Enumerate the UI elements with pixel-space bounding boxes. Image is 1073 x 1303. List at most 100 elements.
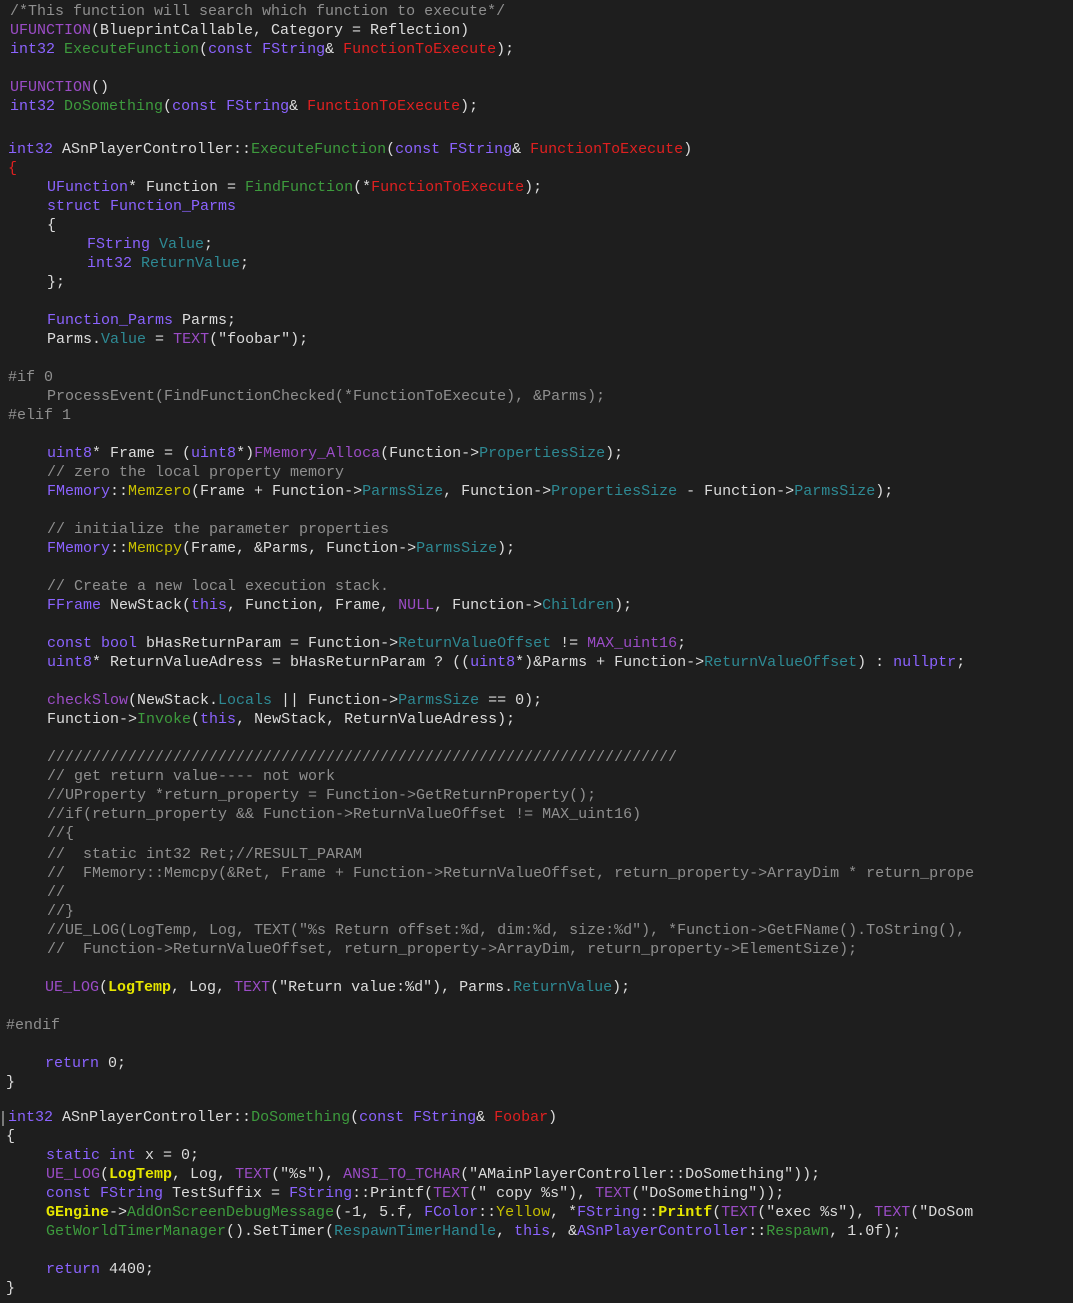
code-line[interactable]: Function->Invoke(this, NewStack, ReturnV…: [47, 710, 515, 729]
code-line[interactable]: int32 ASnPlayerController::ExecuteFuncti…: [8, 140, 692, 159]
code-line[interactable]: // get return value---- not work: [47, 767, 335, 786]
code-token-default: , 1.0f);: [829, 1223, 902, 1240]
code-token-function-name: FindFunction: [245, 179, 354, 196]
code-token-default: , Function->: [443, 483, 552, 500]
code-token-function-name: ExecuteFunction: [251, 141, 387, 158]
code-token-default: ;: [204, 236, 214, 253]
code-line[interactable]: ProcessEvent(FindFunctionChecked(*Functi…: [47, 387, 605, 406]
code-token-default: (BlueprintCallable, Category = Reflectio…: [91, 22, 470, 39]
code-token-default: ;: [677, 635, 687, 652]
code-token-bold-yellow: Printf: [658, 1204, 713, 1221]
code-line[interactable]: static int x = 0;: [46, 1146, 199, 1165]
code-token-function-name: Respawn: [766, 1223, 830, 1240]
code-line[interactable]: {: [6, 1127, 15, 1146]
code-line[interactable]: //UE_LOG(LogTemp, Log, TEXT("%s Return o…: [47, 921, 965, 940]
code-token-keyword: int32: [10, 98, 65, 115]
code-token-comment: //UE_LOG(LogTemp, Log, TEXT("%s Return o…: [47, 922, 966, 939]
code-line[interactable]: const FString TestSuffix = FString::Prin…: [46, 1184, 784, 1203]
code-line[interactable]: //{: [47, 824, 74, 843]
code-line[interactable]: #endif: [6, 1016, 60, 1035]
code-token-macro: checkSlow: [47, 692, 129, 709]
code-line[interactable]: uint8* Frame = (uint8*)FMemory_Alloca(Fu…: [47, 444, 623, 463]
code-token-default: ): [548, 1109, 558, 1126]
code-token-default: (: [163, 98, 173, 115]
code-line[interactable]: int32 ReturnValue;: [87, 254, 249, 273]
code-line[interactable]: GetWorldTimerManager().SetTimer(RespawnT…: [46, 1222, 901, 1241]
code-editor[interactable]: /*This function will search which functi…: [0, 0, 1073, 1303]
code-token-comment: //: [47, 884, 66, 901]
code-line[interactable]: // Function->ReturnValueOffset, return_p…: [47, 940, 857, 959]
code-line[interactable]: checkSlow(NewStack.Locals || Function->P…: [47, 691, 542, 710]
code-line[interactable]: }: [6, 1279, 15, 1298]
code-line[interactable]: /*This function will search which functi…: [10, 2, 505, 21]
code-token-default: );: [614, 597, 633, 614]
code-line[interactable]: FMemory::Memcpy(Frame, &Parms, Function-…: [47, 539, 515, 558]
code-line[interactable]: #if 0: [8, 368, 53, 387]
code-line[interactable]: // static int32 Ret;//RESULT_PARAM: [47, 845, 362, 864]
code-token-default: ::: [233, 1109, 252, 1126]
code-token-member: ParmsSize: [362, 483, 444, 500]
code-token-comment: //if(return_property && Function->Return…: [47, 806, 642, 823]
code-line[interactable]: {: [47, 216, 56, 235]
code-token-default: .: [504, 979, 514, 996]
code-token-comment: #if 0: [8, 369, 54, 386]
code-line[interactable]: Function_Parms Parms;: [47, 311, 236, 330]
code-line[interactable]: Parms.Value = TEXT("foobar");: [47, 330, 308, 349]
code-token-macro: UFUNCTION: [10, 79, 92, 96]
code-line[interactable]: int32 DoSomething(const FString& Functio…: [10, 97, 478, 116]
code-token-default: *): [236, 445, 255, 462]
code-line[interactable]: //}: [47, 902, 74, 921]
code-token-member: Children: [542, 597, 615, 614]
code-line[interactable]: //UProperty *return_property = Function-…: [47, 786, 596, 805]
code-token-default: *)&Parms + Function->: [515, 654, 705, 671]
code-token-default: ): [683, 141, 693, 158]
code-line[interactable]: {: [8, 159, 17, 178]
code-token-default: (*: [353, 179, 372, 196]
code-token-keyword: FMemory: [47, 540, 111, 557]
code-token-default: (: [386, 141, 396, 158]
code-line[interactable]: #elif 1: [8, 406, 71, 425]
code-line[interactable]: FString Value;: [87, 235, 213, 254]
code-token-macro: TEXT: [721, 1204, 758, 1221]
code-line[interactable]: }: [6, 1073, 15, 1092]
code-line[interactable]: return 0;: [45, 1054, 126, 1073]
code-line[interactable]: UE_LOG(LogTemp, Log, TEXT("Return value:…: [45, 978, 630, 997]
code-line[interactable]: FMemory::Memzero(Frame + Function->Parms…: [47, 482, 893, 501]
code-line[interactable]: UFunction* Function = FindFunction(*Func…: [47, 178, 542, 197]
code-line[interactable]: // FMemory::Memcpy(&Ret, Frame + Functio…: [47, 864, 974, 883]
code-token-default: * Frame = (: [92, 445, 192, 462]
code-token-keyword: this: [200, 711, 237, 728]
code-token-default: );: [605, 445, 624, 462]
code-line[interactable]: //if(return_property && Function->Return…: [47, 805, 641, 824]
code-token-default: bHasReturnParam = Function->: [146, 635, 399, 652]
code-line[interactable]: FFrame NewStack(this, Function, Frame, N…: [47, 596, 632, 615]
code-line[interactable]: ////////////////////////////////////////…: [47, 748, 677, 767]
code-token-macro: UE_LOG: [46, 1166, 101, 1183]
code-line[interactable]: struct Function_Parms: [47, 197, 236, 216]
code-token-default: ::: [110, 483, 129, 500]
code-line[interactable]: return 4400;: [46, 1260, 154, 1279]
code-line[interactable]: UFUNCTION(): [10, 78, 109, 97]
code-line[interactable]: };: [47, 273, 65, 292]
code-token-default: Function->: [47, 711, 138, 728]
code-token-keyword: UFunction: [47, 179, 129, 196]
code-token-parameter: FunctionToExecute: [530, 141, 684, 158]
code-token-default: (: [350, 1109, 360, 1126]
code-line[interactable]: // Create a new local execution stack.: [47, 577, 389, 596]
code-token-keyword: uint8: [470, 654, 516, 671]
code-line[interactable]: UE_LOG(LogTemp, Log, TEXT("%s"), ANSI_TO…: [46, 1165, 820, 1184]
code-line[interactable]: int32 ASnPlayerController::DoSomething(c…: [8, 1108, 557, 1127]
code-token-default: (Function->: [380, 445, 480, 462]
code-line[interactable]: uint8* ReturnValueAdress = bHasReturnPar…: [47, 653, 965, 672]
code-token-default: (Frame, &Parms, Function->: [182, 540, 417, 557]
code-token-macro: TEXT: [173, 331, 210, 348]
code-line[interactable]: //: [47, 883, 65, 902]
code-line[interactable]: UFUNCTION(BlueprintCallable, Category = …: [10, 21, 469, 40]
code-line[interactable]: // zero the local property memory: [47, 463, 344, 482]
code-line[interactable]: const bool bHasReturnParam = Function->R…: [47, 634, 686, 653]
code-token-default: , &: [550, 1223, 578, 1240]
code-line[interactable]: int32 ExecuteFunction(const FString& Fun…: [10, 40, 514, 59]
code-line[interactable]: // initialize the parameter properties: [47, 520, 389, 539]
code-token-default: (: [191, 711, 201, 728]
code-line[interactable]: GEngine->AddOnScreenDebugMessage(-1, 5.f…: [46, 1203, 973, 1222]
